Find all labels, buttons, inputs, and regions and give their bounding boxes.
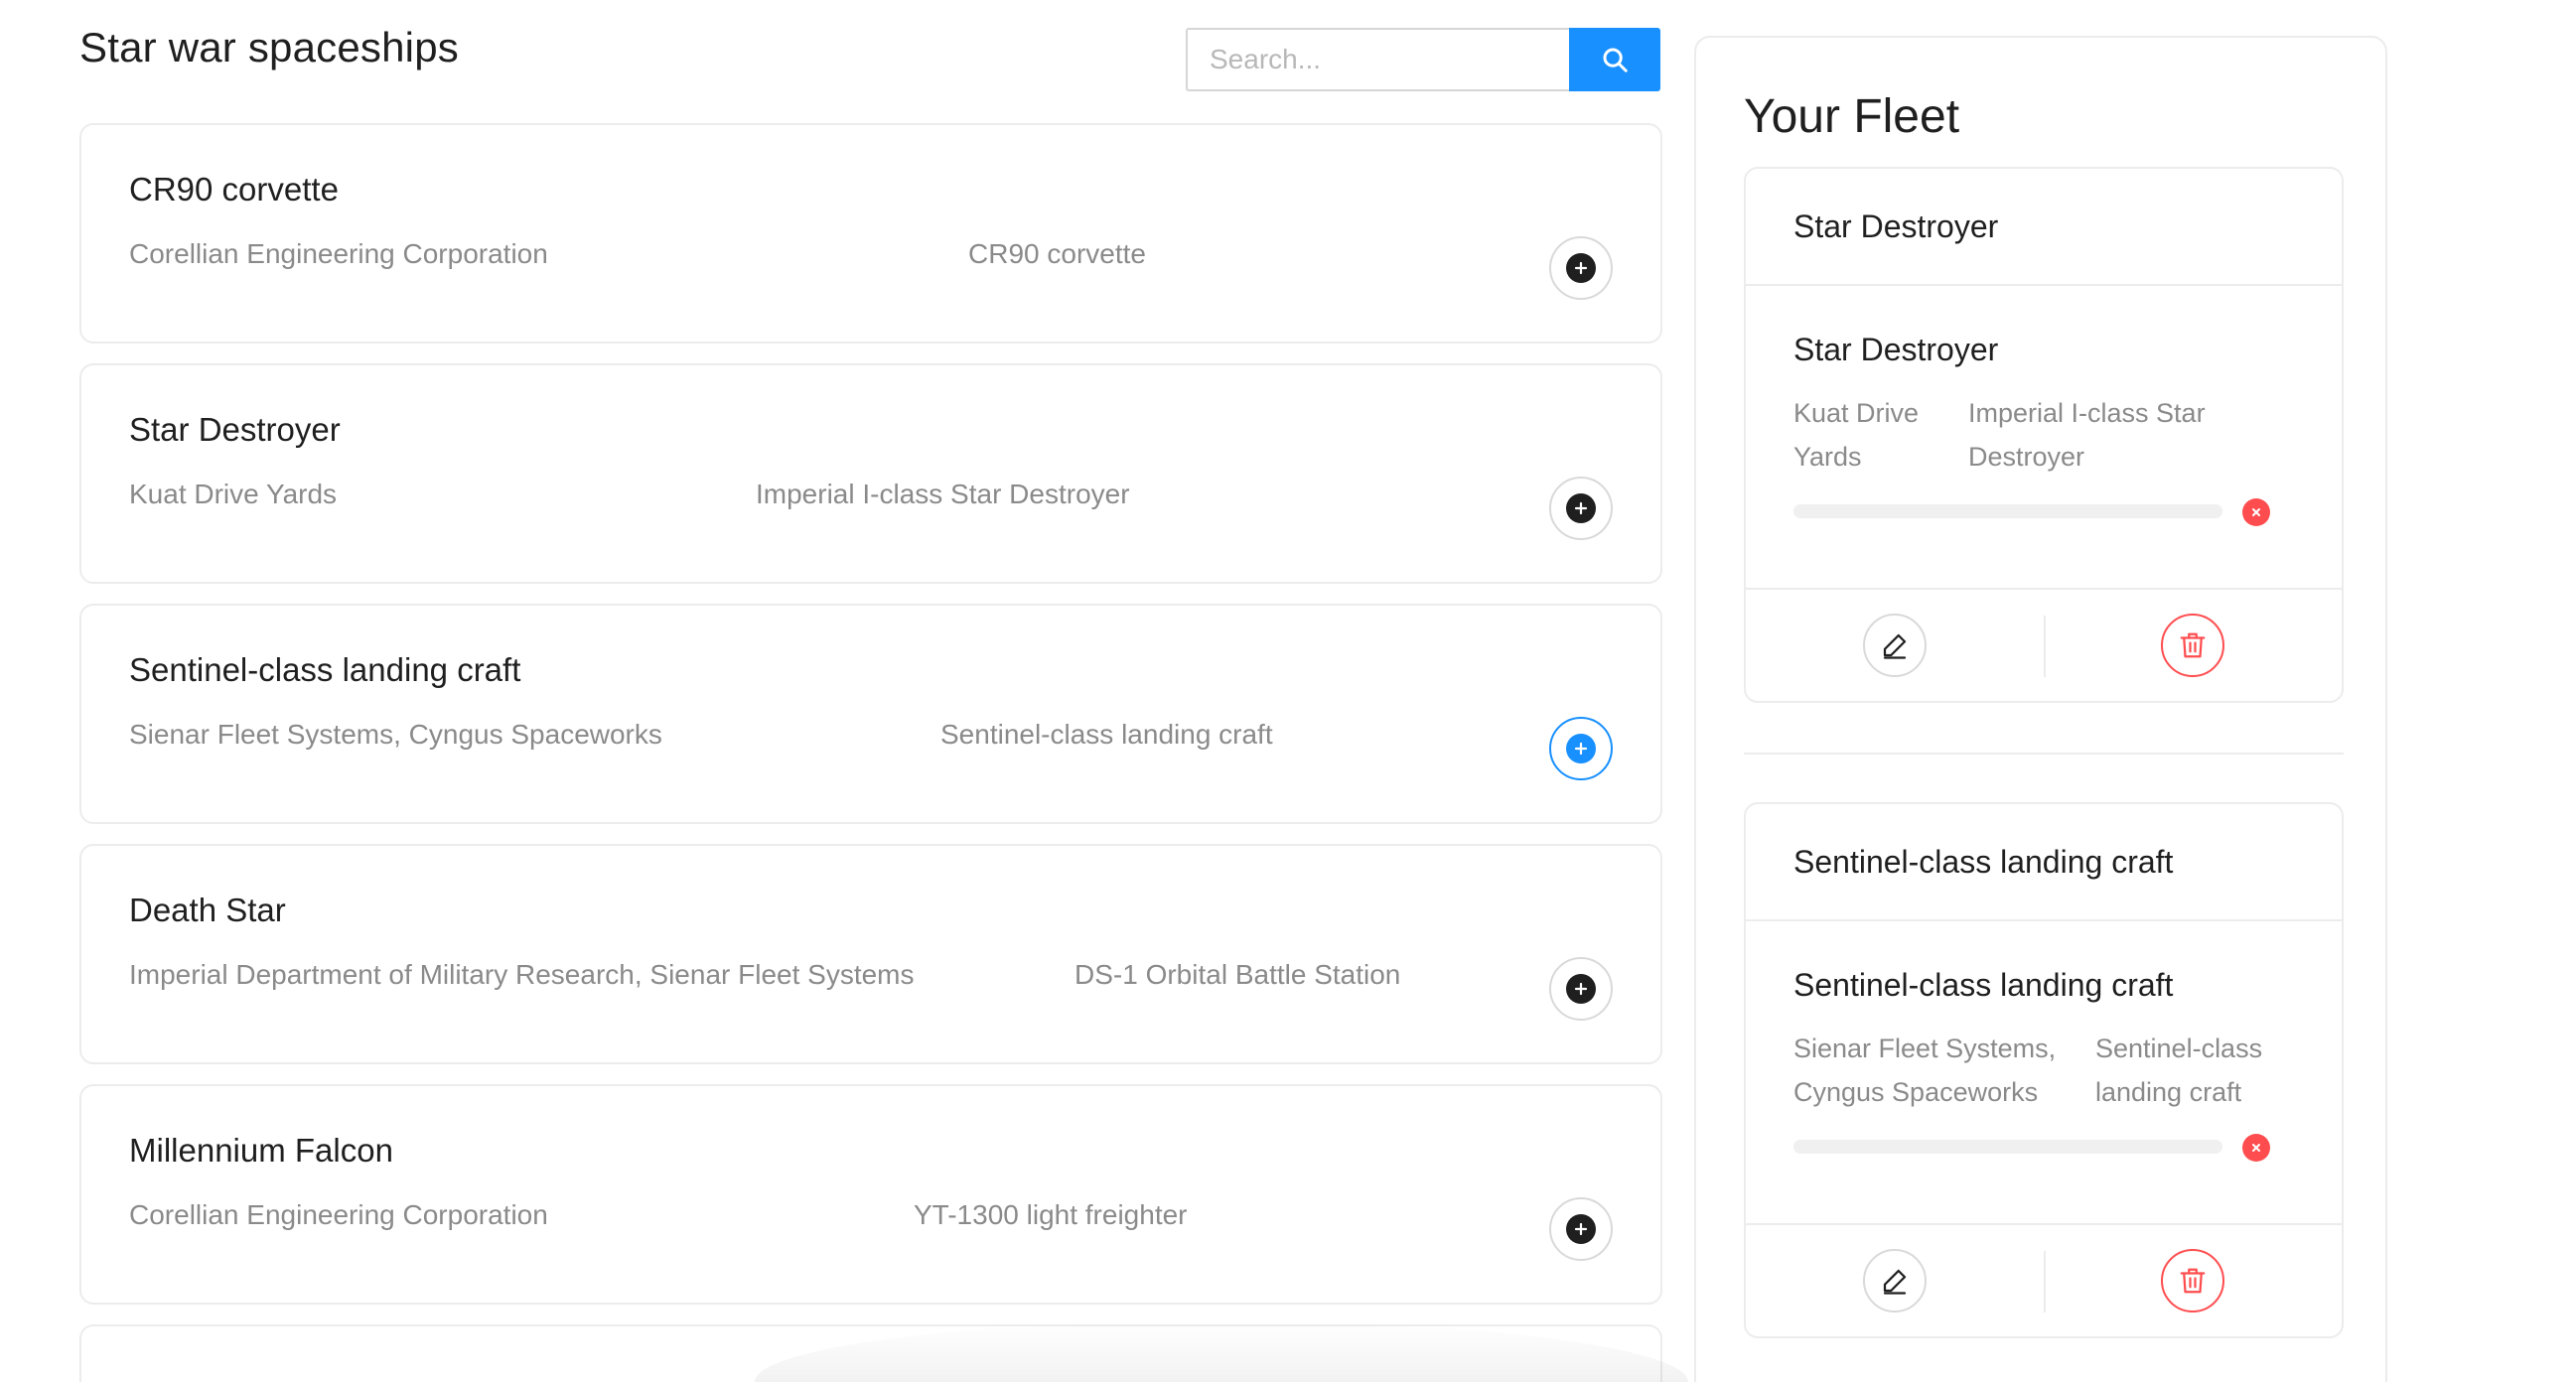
ship-manufacturer: Corellian Engineering Corporation	[129, 1199, 548, 1230]
ship-name: Millennium Falcon	[129, 1132, 393, 1169]
plus-circle-icon	[1566, 1214, 1596, 1244]
ship-name: Star Destroyer	[129, 411, 341, 448]
plus-circle-icon	[1566, 253, 1596, 283]
ship-manufacturer: Sienar Fleet Systems, Cyngus Spaceworks	[129, 719, 662, 750]
trash-icon	[2180, 1268, 2206, 1294]
edit-pencil-icon	[1883, 633, 1907, 659]
ship-model: Sentinel-class landing craft	[940, 719, 1273, 750]
fleet-card-actions	[1746, 1225, 2342, 1336]
search-input[interactable]	[1186, 28, 1569, 91]
add-to-fleet-button[interactable]	[1549, 717, 1613, 780]
add-to-fleet-button[interactable]	[1549, 236, 1613, 300]
fleet-title: Your Fleet	[1744, 90, 1960, 143]
fleet-card: Sentinel-class landing craft Sentinel-cl…	[1744, 802, 2344, 1338]
search-button[interactable]	[1569, 28, 1660, 91]
fleet-ship-manufacturer: Kuat Drive Yards	[1793, 398, 1920, 472]
fleet-ship-model: Imperial I-class Star Destroyer	[1968, 398, 2206, 472]
ship-model: DS-1 Orbital Battle Station	[1074, 959, 1401, 990]
edit-button[interactable]	[1863, 614, 1927, 677]
fleet-divider	[1744, 753, 2344, 755]
ship-card: Star Destroyer Kuat Drive Yards Imperial…	[79, 363, 1662, 584]
progress-bar	[1793, 1140, 2222, 1154]
search-bar	[1186, 28, 1660, 91]
fleet-ship-model: Sentinel-class landing craft	[2095, 1034, 2263, 1107]
ship-name: Death Star	[129, 892, 286, 928]
ship-card: Millennium Falcon Corellian Engineering …	[79, 1084, 1662, 1305]
trash-icon	[2180, 632, 2206, 658]
edit-button[interactable]	[1863, 1249, 1927, 1313]
plus-circle-icon	[1566, 974, 1596, 1004]
add-to-fleet-button[interactable]	[1549, 957, 1613, 1021]
ship-card: Sentinel-class landing craft Sienar Flee…	[79, 604, 1662, 824]
fleet-ship-manufacturer: Sienar Fleet Systems, Cyngus Spaceworks	[1793, 1034, 2057, 1107]
page-title: Star war spaceships	[79, 24, 459, 70]
fleet-ship-name: Star Destroyer	[1793, 332, 1999, 367]
plus-circle-icon	[1566, 734, 1596, 763]
fleet-ship-name: Sentinel-class landing craft	[1793, 967, 2174, 1003]
fleet-card: Star Destroyer Star Destroyer Kuat Drive…	[1744, 167, 2344, 703]
fleet-card-body: Sentinel-class landing craft Sienar Flee…	[1746, 921, 2342, 1225]
ship-manufacturer: Imperial Department of Military Research…	[129, 959, 915, 990]
ship-name: Sentinel-class landing craft	[129, 651, 521, 688]
ship-name: CR90 corvette	[129, 171, 339, 207]
actions-divider	[2044, 616, 2046, 677]
ship-list: CR90 corvette Corellian Engineering Corp…	[79, 123, 1662, 1382]
plus-circle-icon	[1566, 493, 1596, 523]
fleet-card-actions	[1746, 590, 2342, 701]
ship-card: Death Star Imperial Department of Milita…	[79, 844, 1662, 1064]
close-circle-icon[interactable]	[2242, 1134, 2270, 1162]
close-circle-icon[interactable]	[2242, 498, 2270, 526]
ship-model: CR90 corvette	[968, 238, 1146, 269]
ship-card	[79, 1324, 1662, 1382]
progress-bar	[1793, 504, 2222, 518]
actions-divider	[2044, 1251, 2046, 1313]
fleet-panel: Your Fleet Star Destroyer Star Destroyer…	[1694, 36, 2387, 1382]
ship-manufacturer: Corellian Engineering Corporation	[129, 238, 548, 269]
ship-model: Imperial I-class Star Destroyer	[756, 479, 1130, 509]
delete-button[interactable]	[2161, 614, 2224, 677]
delete-button[interactable]	[2161, 1249, 2224, 1313]
ship-model: YT-1300 light freighter	[914, 1199, 1188, 1230]
fleet-card-header: Sentinel-class landing craft	[1746, 804, 2342, 921]
ship-card: CR90 corvette Corellian Engineering Corp…	[79, 123, 1662, 344]
edit-pencil-icon	[1883, 1269, 1907, 1295]
fleet-card-body: Star Destroyer Kuat Drive Yards Imperial…	[1746, 286, 2342, 590]
fleet-card-header: Star Destroyer	[1746, 169, 2342, 286]
search-icon	[1603, 48, 1628, 72]
add-to-fleet-button[interactable]	[1549, 1197, 1613, 1261]
ship-manufacturer: Kuat Drive Yards	[129, 479, 338, 509]
add-to-fleet-button[interactable]	[1549, 477, 1613, 540]
